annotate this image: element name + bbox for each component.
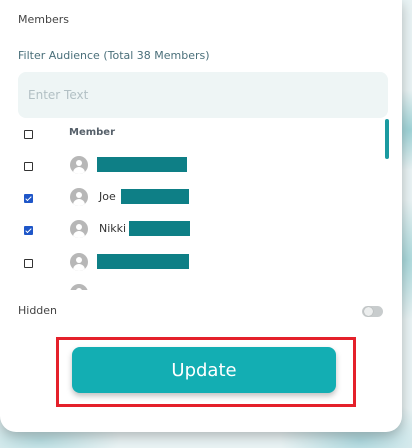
member-list-scrollbar[interactable] [385, 119, 389, 159]
member-search-input[interactable] [18, 72, 388, 118]
member-checkbox[interactable] [24, 162, 33, 171]
avatar-icon [70, 156, 88, 174]
hidden-toggle[interactable] [362, 306, 383, 317]
filter-audience-label: Filter Audience (Total 38 Members) [18, 49, 210, 62]
member-row[interactable] [18, 156, 378, 180]
select-all-checkbox[interactable] [24, 130, 33, 139]
member-row[interactable] [18, 253, 378, 277]
member-checkbox[interactable] [24, 259, 33, 268]
member-row[interactable]: Nikki [18, 220, 378, 244]
member-checkbox[interactable] [24, 194, 33, 203]
avatar-icon [70, 188, 88, 206]
member-list[interactable]: Member Joe Nikki [18, 118, 390, 290]
member-row-partial[interactable] [18, 284, 378, 290]
avatar-icon [70, 284, 88, 290]
member-checkbox[interactable] [24, 226, 33, 235]
member-row[interactable]: Joe [18, 188, 378, 212]
update-button[interactable]: Update [72, 347, 336, 393]
members-dialog: Members Filter Audience (Total 38 Member… [0, 0, 402, 432]
hidden-label: Hidden [18, 304, 58, 317]
avatar-icon [70, 253, 88, 271]
member-column-header: Member [69, 127, 116, 138]
members-section-label: Members [18, 13, 69, 26]
redacted-name-block [97, 254, 189, 269]
toggle-knob [364, 307, 373, 316]
redacted-name-block [129, 221, 190, 236]
redacted-name-block [121, 189, 189, 204]
member-list-header: Member [18, 124, 378, 148]
avatar-icon [70, 220, 88, 238]
member-name: Nikki [99, 222, 127, 235]
member-name: Joe [99, 190, 116, 203]
redacted-name-block [97, 157, 187, 172]
